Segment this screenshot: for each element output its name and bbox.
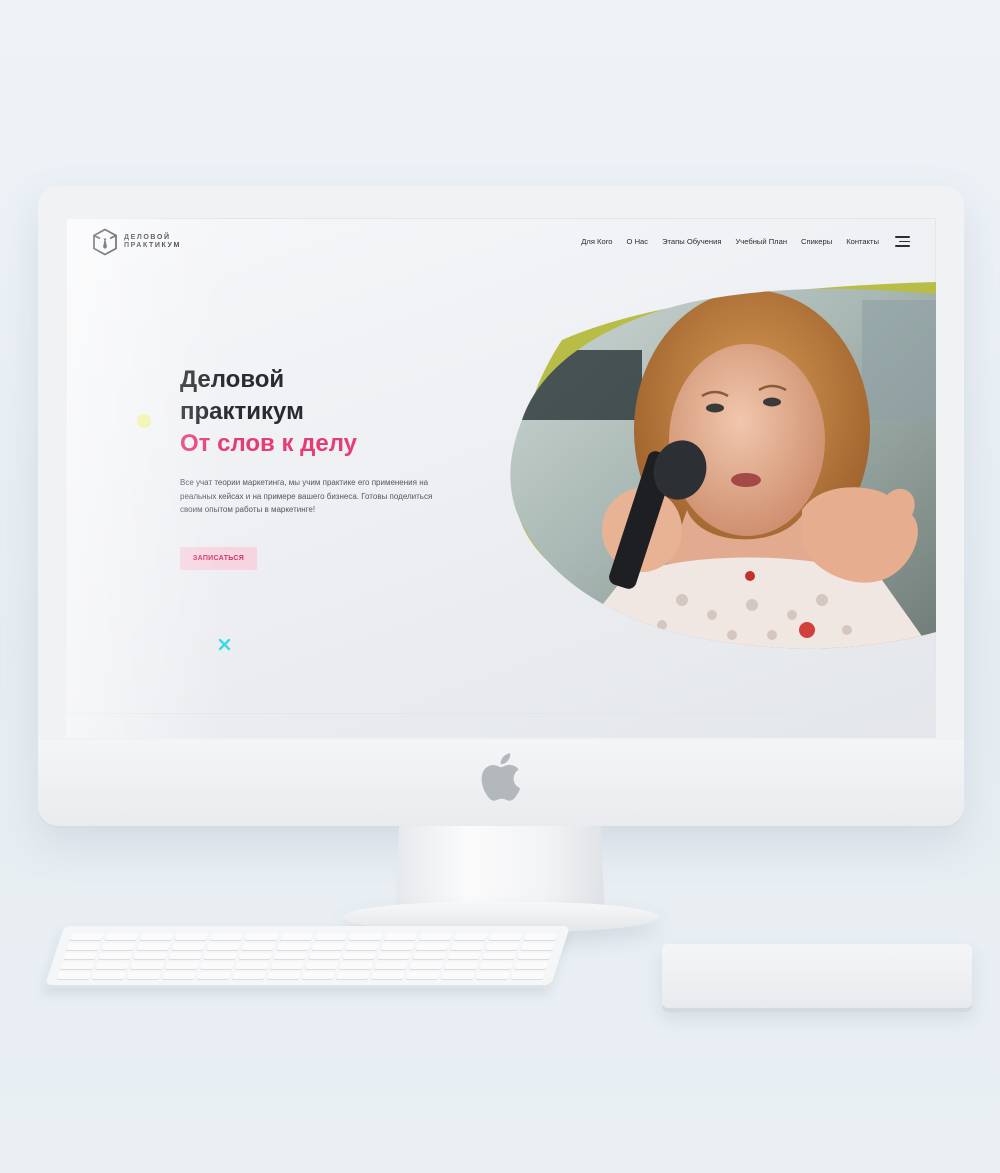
- hamburger-icon[interactable]: [895, 236, 910, 247]
- apple-icon: [481, 753, 521, 801]
- hero-title-line-1: Деловой: [180, 366, 285, 393]
- main-nav: Для Кого О Нас Этапы Обучения Учебный Пл…: [581, 236, 910, 247]
- nav-item-stages[interactable]: Этапы Обучения: [662, 237, 721, 246]
- brand-line-1: ДЕЛОВОЙ: [124, 234, 171, 241]
- trackpad: [662, 944, 972, 1008]
- hero-title-line-2: практикум: [180, 398, 304, 425]
- nav-item-contacts[interactable]: Контакты: [846, 237, 879, 246]
- keyboard: [44, 926, 571, 988]
- hero-description: Все учат теории маркетинга, мы учим прак…: [180, 478, 433, 514]
- cube-tie-logo-icon: [93, 228, 117, 256]
- brand-line-2: ПРАКТИКУМ: [124, 242, 181, 249]
- nav-item-for-whom[interactable]: Для Кого: [581, 237, 612, 246]
- brand-logo[interactable]: ДЕЛОВОЙ ПРАКТИКУМ: [92, 228, 181, 256]
- hero-photo: [502, 280, 936, 656]
- website-screen: ДЕЛОВОЙ ПРАКТИКУМ Для Кого О Нас Этапы О…: [66, 218, 936, 738]
- nav-item-about[interactable]: О Нас: [627, 237, 649, 246]
- signup-button[interactable]: ЗАПИСАТЬСЯ: [180, 547, 257, 570]
- hero-tagline: От слов к делу: [180, 430, 357, 457]
- decorative-cross-icon: [218, 638, 231, 651]
- speaker-photo-blob: [510, 282, 936, 649]
- hero-title: Деловой практикум От слов к делу: [180, 364, 357, 460]
- decorative-dot: [137, 414, 151, 428]
- nav-item-speakers[interactable]: Спикеры: [801, 237, 832, 246]
- nav-item-curriculum[interactable]: Учебный План: [735, 237, 787, 246]
